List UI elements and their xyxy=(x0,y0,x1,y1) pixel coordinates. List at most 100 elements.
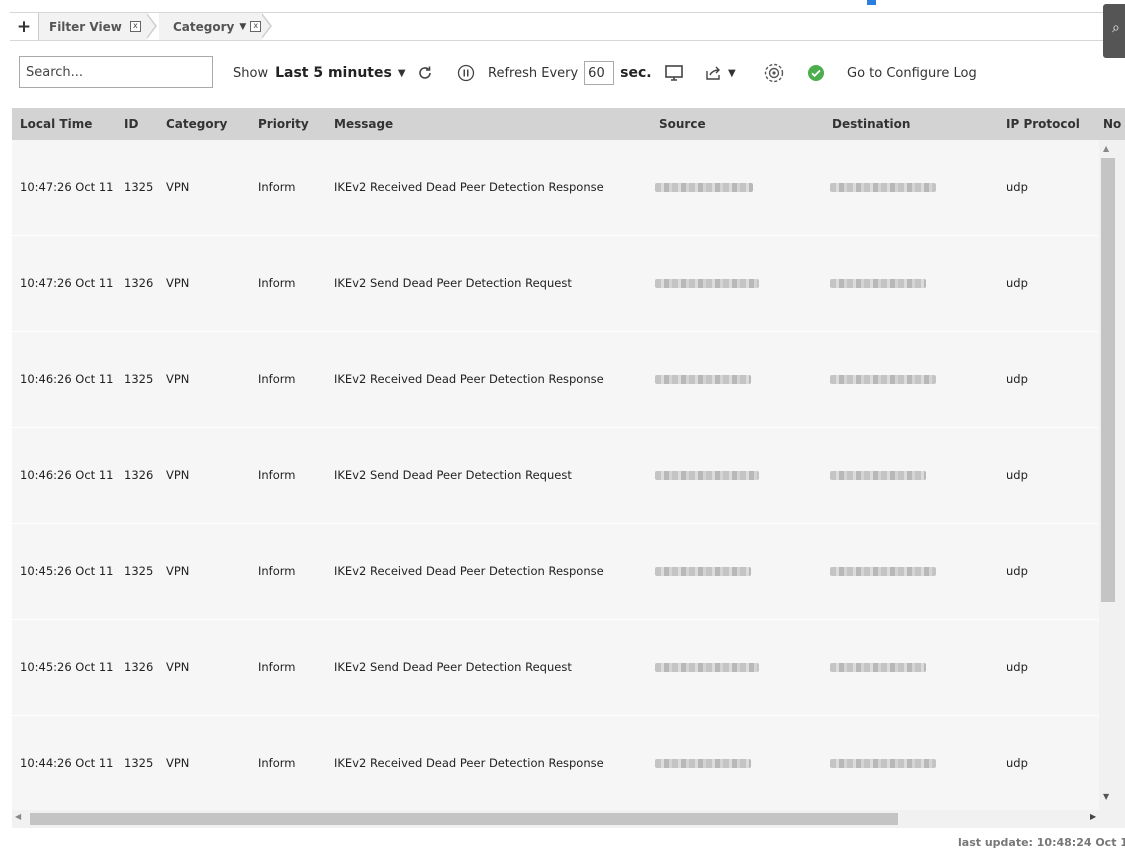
table-row[interactable]: 10:45:26 Oct 11 1326 VPN Inform IKEv2 Se… xyxy=(12,620,1099,716)
cell-message: IKEv2 Received Dead Peer Detection Respo… xyxy=(334,180,604,194)
cell-id: 1325 xyxy=(124,756,154,770)
column-header[interactable]: IP Protocol xyxy=(1006,108,1080,140)
cell-ip-protocol: udp xyxy=(1006,660,1028,674)
last-update-text: last update: 10:48:24 Oct 11 xyxy=(958,836,1125,849)
table-header: Local Time ID Category Priority Message … xyxy=(12,108,1125,140)
table-row[interactable]: 10:45:26 Oct 11 1325 VPN Inform IKEv2 Re… xyxy=(12,524,1099,620)
chevron-down-icon: ▼ xyxy=(728,67,736,79)
cell-priority: Inform xyxy=(258,468,296,482)
chip-separator xyxy=(146,13,157,39)
cell-id: 1325 xyxy=(124,180,154,194)
settings-cycle-button[interactable] xyxy=(763,56,785,90)
redacted-destination xyxy=(830,759,936,768)
column-header[interactable]: Priority xyxy=(258,108,309,140)
cell-category: VPN xyxy=(166,372,190,386)
cell-category: VPN xyxy=(166,180,190,194)
log-table: Local Time ID Category Priority Message … xyxy=(12,108,1125,828)
refresh-interval: Refresh Every sec. xyxy=(488,56,652,90)
redacted-source xyxy=(655,375,751,384)
close-icon[interactable]: x xyxy=(250,21,262,32)
export-button[interactable]: ▼ xyxy=(704,56,736,90)
cell-local-time: 10:47:26 Oct 11 xyxy=(20,276,114,290)
scroll-down-icon[interactable]: ▼ xyxy=(1103,792,1109,801)
horizontal-scrollbar-thumb[interactable] xyxy=(30,813,898,825)
filter-chip-filter-view[interactable]: Filter View x xyxy=(39,13,147,40)
cell-category: VPN xyxy=(166,276,190,290)
show-label: Show xyxy=(233,65,269,81)
redacted-destination xyxy=(830,471,926,480)
cell-priority: Inform xyxy=(258,372,296,386)
cell-message: IKEv2 Send Dead Peer Detection Request xyxy=(334,276,572,290)
cell-ip-protocol: udp xyxy=(1006,180,1028,194)
refresh-unit: sec. xyxy=(620,65,652,81)
monitor-icon xyxy=(664,64,684,82)
redacted-destination xyxy=(830,279,926,288)
scroll-left-icon[interactable]: ◀ xyxy=(15,812,21,821)
close-icon[interactable]: x xyxy=(129,21,141,32)
cell-message: IKEv2 Received Dead Peer Detection Respo… xyxy=(334,756,604,770)
filter-chip-label: Filter View xyxy=(49,19,122,34)
reload-button[interactable] xyxy=(417,56,433,90)
cell-id: 1326 xyxy=(124,468,154,482)
time-range-dropdown[interactable]: Show Last 5 minutes ▼ xyxy=(233,56,406,90)
table-row[interactable]: 10:46:26 Oct 11 1326 VPN Inform IKEv2 Se… xyxy=(12,428,1099,524)
search-icon: ⌕ xyxy=(1112,20,1120,36)
toolbar: Show Last 5 minutes ▼ Refresh Every sec.… xyxy=(19,56,1119,90)
column-header[interactable]: Category xyxy=(166,108,227,140)
cell-priority: Inform xyxy=(258,180,296,194)
column-header[interactable]: ID xyxy=(124,108,138,140)
chevron-down-icon[interactable]: ▼ xyxy=(239,22,246,32)
settings-cycle-icon xyxy=(763,62,785,84)
cell-local-time: 10:46:26 Oct 11 xyxy=(20,468,114,482)
filter-chip-category[interactable]: Category ▼ x xyxy=(159,13,262,40)
redacted-source xyxy=(655,471,759,480)
pause-button[interactable] xyxy=(457,56,475,90)
cell-id: 1326 xyxy=(124,660,154,674)
table-row[interactable]: 10:47:26 Oct 11 1326 VPN Inform IKEv2 Se… xyxy=(12,236,1099,332)
column-header[interactable]: No xyxy=(1103,108,1123,140)
reload-icon xyxy=(417,65,433,81)
column-header[interactable]: Message xyxy=(334,108,393,140)
redacted-source xyxy=(655,183,753,192)
table-row[interactable]: 10:46:26 Oct 11 1325 VPN Inform IKEv2 Re… xyxy=(12,332,1099,428)
refresh-label: Refresh Every xyxy=(488,65,579,81)
configure-log-link[interactable]: Go to Configure Log xyxy=(847,56,977,90)
cell-ip-protocol: udp xyxy=(1006,756,1028,770)
cell-message: IKEv2 Send Dead Peer Detection Request xyxy=(334,660,572,674)
cell-local-time: 10:44:26 Oct 11 xyxy=(20,756,114,770)
redacted-source xyxy=(655,279,759,288)
top-accent xyxy=(867,0,876,5)
table-row[interactable]: 10:47:26 Oct 11 1325 VPN Inform IKEv2 Re… xyxy=(12,140,1099,236)
search-input[interactable] xyxy=(19,56,213,88)
table-row[interactable]: 10:44:26 Oct 11 1325 VPN Inform IKEv2 Re… xyxy=(12,716,1099,812)
redacted-source xyxy=(655,759,751,768)
cell-local-time: 10:46:26 Oct 11 xyxy=(20,372,114,386)
status-ok-icon xyxy=(807,64,825,82)
time-range-value: Last 5 minutes xyxy=(275,65,392,81)
display-button[interactable] xyxy=(664,56,684,90)
scroll-up-icon[interactable]: ▲ xyxy=(1103,144,1109,153)
cell-priority: Inform xyxy=(258,276,296,290)
cell-priority: Inform xyxy=(258,564,296,578)
chevron-down-icon: ▼ xyxy=(397,67,406,79)
scroll-right-icon[interactable]: ▶ xyxy=(1090,812,1096,821)
redacted-destination xyxy=(830,663,926,672)
export-icon xyxy=(704,64,724,82)
vertical-scrollbar-thumb[interactable] xyxy=(1101,158,1115,602)
cell-ip-protocol: udp xyxy=(1006,468,1028,482)
side-panel-toggle[interactable]: ⌕ xyxy=(1103,4,1125,58)
refresh-interval-input[interactable] xyxy=(584,61,615,85)
add-filter-button[interactable]: + xyxy=(10,13,39,40)
cell-local-time: 10:45:26 Oct 11 xyxy=(20,660,114,674)
cell-category: VPN xyxy=(166,564,190,578)
cell-local-time: 10:47:26 Oct 11 xyxy=(20,180,114,194)
cell-priority: Inform xyxy=(258,756,296,770)
cell-id: 1325 xyxy=(124,564,154,578)
column-header[interactable]: Destination xyxy=(832,108,910,140)
column-header[interactable]: Source xyxy=(659,108,706,140)
cell-id: 1326 xyxy=(124,276,154,290)
redacted-destination xyxy=(830,375,936,384)
column-header[interactable]: Local Time xyxy=(20,108,92,140)
cell-category: VPN xyxy=(166,756,190,770)
configure-log-label: Go to Configure Log xyxy=(847,65,977,81)
